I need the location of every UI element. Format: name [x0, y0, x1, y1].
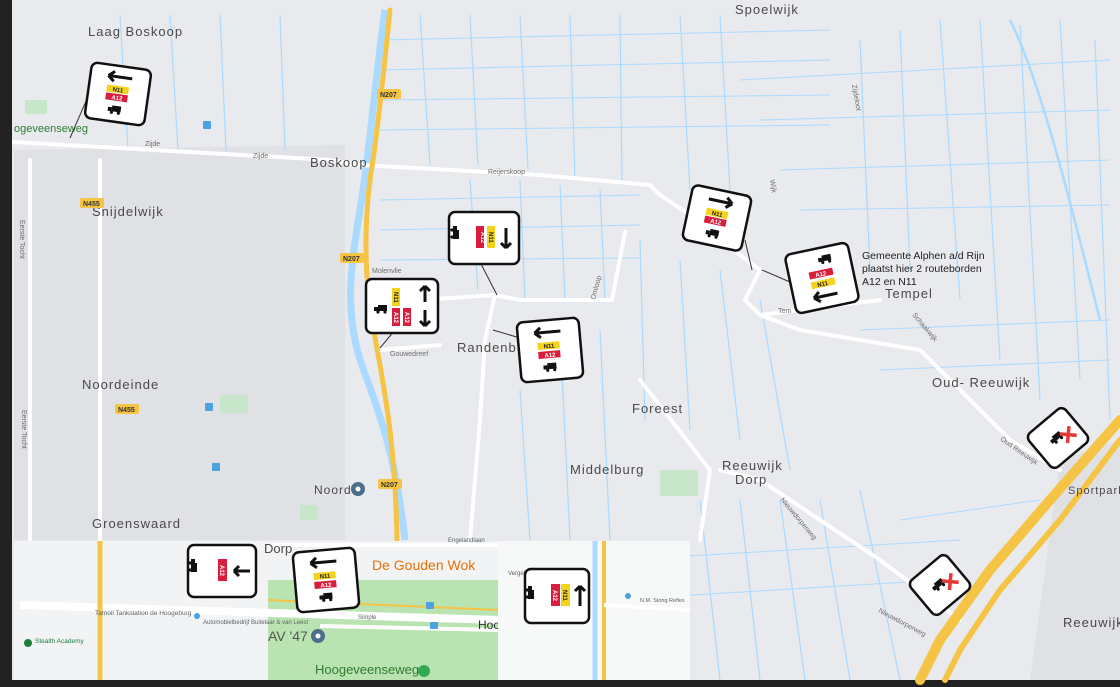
place-reeuwijk-dorp-2: Dorp	[735, 472, 767, 487]
svg-text:Gemeente Alphen a/d Rijn: Gemeente Alphen a/d Rijn	[862, 250, 985, 262]
svg-text:A12: A12	[218, 565, 224, 577]
route-sign-left-middle: N11 A12 A12	[364, 277, 440, 335]
route-sign-top-left: N11 A12	[83, 61, 153, 127]
place-laag-boskoop: Laag Boskoop	[88, 24, 183, 39]
svg-text:plaatst hier 2 routeborden: plaatst hier 2 routeborden	[862, 263, 982, 275]
place-noord: Noord	[314, 483, 352, 497]
route-sign-center-top: A12 N11	[447, 210, 521, 266]
av47-pin-icon	[311, 629, 325, 643]
inset-poi-reflex: N.M. Stong Reflex	[640, 598, 685, 604]
route-sign-north-east: N11 A12	[681, 184, 753, 252]
route-map[interactable]: Laag Boskoop Spoelwijk Boskoop Snijdelwi…	[0, 0, 1120, 687]
street-eerste-tocht: Eerste Tocht	[18, 220, 25, 259]
inset-av47: AV '47	[268, 628, 308, 644]
street-gouwedreef: Gouwedreef	[390, 351, 428, 358]
inset-poi-vergel: Vergel	[508, 571, 525, 577]
svg-text:N207: N207	[381, 482, 398, 489]
place-noordeinde: Noordeinde	[82, 377, 159, 392]
inset-street-automobiel: Automobielbedrijf Buitelaar & van Leest	[203, 620, 308, 626]
place-spoelwijk: Spoelwijk	[735, 2, 799, 17]
svg-text:A12 en N11: A12 en N11	[862, 276, 917, 288]
shield-n207-top: N207	[377, 89, 401, 99]
svg-text:A12: A12	[320, 582, 332, 589]
svg-text:A12: A12	[479, 232, 485, 244]
inset-transit-icon-2	[430, 622, 438, 629]
inset-dorp: Dorp	[264, 541, 292, 556]
inset-engelandlaan: Engelandlaan	[448, 538, 485, 544]
svg-text:N207: N207	[343, 256, 360, 263]
svg-text:A12: A12	[544, 352, 556, 359]
place-groenswaard: Groenswaard	[92, 516, 181, 531]
inset-street-tamoil: Tamoil Tankstation de Hoogeburg	[95, 610, 192, 617]
svg-text:N11: N11	[543, 344, 555, 351]
bottom-shadow	[0, 680, 1120, 687]
street-molenvlie: Molenvlie	[372, 268, 402, 275]
inset-hoc: Hoc	[478, 618, 499, 632]
svg-text:N11: N11	[561, 590, 567, 601]
svg-text:N11: N11	[392, 292, 398, 303]
svg-text:N207: N207	[380, 92, 397, 99]
svg-text:N11: N11	[319, 574, 331, 581]
inset-car-icon	[194, 613, 200, 619]
route-sign-randenburg: N11 A12	[515, 316, 585, 384]
route-sign-inset-3: A12 N11	[523, 567, 591, 625]
place-tempel: Tempel	[885, 286, 933, 301]
inset-hoogeveenseweg: Hoogeveenseweg	[315, 662, 419, 677]
place-sportpark: Sportpark	[1068, 485, 1120, 497]
shield-n455-top: N455	[80, 198, 104, 208]
route-sign-inset-1: A12	[186, 543, 258, 599]
street-reijerskoop: Reijerskoop	[488, 169, 525, 176]
park-icon	[418, 665, 430, 677]
place-hogeveenseweg: ogeveenseweg	[14, 123, 88, 135]
street-tempel: Tem	[778, 308, 791, 315]
place-reeuwijk: Reeuwijk	[1063, 615, 1120, 630]
shield-n207-low: N207	[378, 479, 402, 489]
place-reeuwijk-dorp-1: Reeuwijk	[722, 458, 783, 473]
place-boskoop: Boskoop	[310, 155, 368, 170]
inset-restaurant: De Gouden Wok	[372, 557, 476, 573]
svg-text:A12: A12	[392, 312, 398, 324]
shield-n207-mid: N207	[340, 253, 364, 263]
route-sign-tempel: A12 N11	[784, 241, 860, 315]
route-sign-inset-2: N11 A12	[291, 546, 361, 614]
svg-text:A12: A12	[403, 312, 409, 324]
inset-simple: Simple	[358, 615, 377, 621]
street-zijde: Zijde	[145, 141, 160, 148]
shield-n455-low: N455	[115, 404, 139, 414]
noord-pin-icon	[351, 482, 365, 496]
street-eerste-tocht-2: Eerste Tocht	[20, 410, 27, 449]
place-middelburg: Middelburg	[570, 462, 644, 477]
inset-poi-pin	[24, 639, 32, 647]
street-zijde-2: Zijde	[253, 153, 268, 160]
svg-text:A12: A12	[551, 590, 557, 602]
left-shadow	[0, 0, 12, 687]
place-foreest: Foreest	[632, 401, 683, 416]
svg-text:N11: N11	[487, 232, 493, 243]
svg-text:N455: N455	[118, 407, 135, 414]
inset-right-icon	[625, 593, 631, 599]
svg-text:N455: N455	[83, 201, 100, 208]
inset-poi-stealth: Stealth Academy	[35, 638, 85, 645]
place-oud-reeuwijk: Oud- Reeuwijk	[932, 375, 1030, 390]
inset-transit-icon-1	[426, 602, 434, 609]
